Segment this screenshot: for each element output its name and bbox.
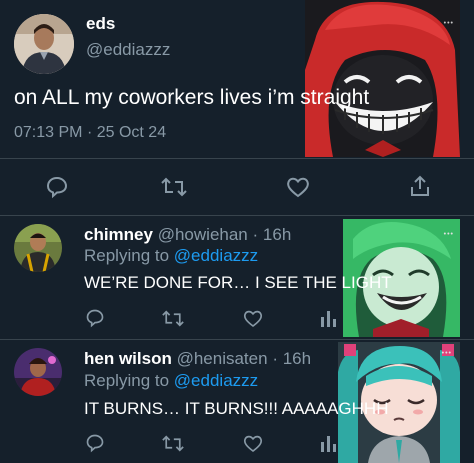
avatar[interactable] <box>14 14 74 74</box>
like-icon[interactable] <box>243 434 263 453</box>
display-name[interactable]: hen wilson <box>84 349 172 368</box>
share-icon[interactable] <box>409 174 431 198</box>
display-name[interactable]: eds <box>86 14 115 34</box>
retweet-icon[interactable] <box>162 434 184 453</box>
avatar[interactable] <box>14 348 62 396</box>
reply-icon[interactable] <box>85 308 105 328</box>
overlay-dots: ••• <box>443 231 454 238</box>
tweet-text: on ALL my coworkers lives i’m straight <box>14 86 370 109</box>
divider <box>0 158 474 159</box>
display-name[interactable]: chimney <box>84 225 153 244</box>
replying-handle-link[interactable]: @eddiazzz <box>174 246 258 265</box>
reply-header: hen wilson @henisaten · 16h <box>84 349 311 369</box>
reply-time[interactable]: 16h <box>263 225 291 244</box>
separator: · <box>252 225 259 244</box>
reply-time[interactable]: 16h <box>283 349 311 368</box>
analytics-icon[interactable] <box>320 309 338 327</box>
timestamp: 07:13 PM · 25 Oct 24 <box>14 124 166 142</box>
handle[interactable]: @howiehan <box>158 225 248 244</box>
reaction-sticker-grinning-character: ••• <box>305 0 460 157</box>
retweet-icon[interactable] <box>162 309 184 328</box>
handle[interactable]: @henisaten <box>177 349 268 368</box>
overlay-dots: ••• <box>443 20 454 27</box>
replying-prefix: Replying to <box>84 371 170 390</box>
separator: · <box>272 349 278 368</box>
like-icon[interactable] <box>286 176 310 198</box>
like-icon[interactable] <box>243 309 263 328</box>
reply-header: chimney @howiehan · 16h <box>84 225 291 245</box>
separator: · <box>86 124 93 141</box>
tweet-date[interactable]: 25 Oct 24 <box>97 124 166 141</box>
divider <box>0 339 474 340</box>
replying-handle-link[interactable]: @eddiazzz <box>174 371 258 390</box>
reply-text: WE’RE DONE FOR… I SEE THE LIGHT <box>84 273 392 292</box>
retweet-icon[interactable] <box>161 176 187 198</box>
overlay-dots: ••• <box>441 350 452 357</box>
replying-to: Replying to @eddiazzz <box>84 371 258 391</box>
replying-prefix: Replying to <box>84 246 170 265</box>
reply-text: IT BURNS… IT BURNS!!! AAAAAGHHH <box>84 399 389 418</box>
replying-to: Replying to @eddiazzz <box>84 246 258 266</box>
analytics-icon[interactable] <box>320 434 338 452</box>
reply-icon[interactable] <box>45 175 69 199</box>
tweet-time[interactable]: 07:13 PM <box>14 124 82 141</box>
divider <box>0 215 474 216</box>
reply-icon[interactable] <box>85 433 105 453</box>
avatar[interactable] <box>14 224 62 272</box>
handle[interactable]: @eddiazzz <box>86 40 170 60</box>
